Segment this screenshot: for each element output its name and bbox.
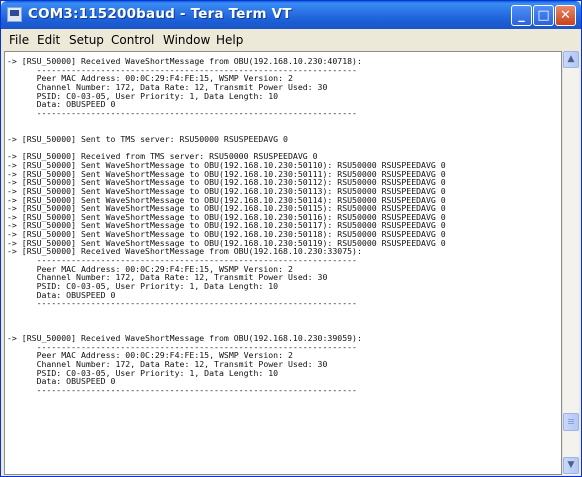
maximize-button[interactable]: □ xyxy=(533,5,554,26)
menu-window[interactable]: Window xyxy=(163,33,210,47)
scroll-down-button[interactable]: ▼ xyxy=(563,457,579,474)
menu-file[interactable]: File xyxy=(9,33,29,47)
menu-control[interactable]: Control xyxy=(111,33,154,47)
window-title: COM3:115200baud - Tera Term VT xyxy=(28,6,292,22)
maximize-icon: □ xyxy=(537,8,550,23)
scroll-thumb[interactable] xyxy=(563,413,579,431)
terminal-window: COM3:115200baud - Tera Term VT _ □ ✕ Fil… xyxy=(0,0,582,477)
minimize-button[interactable]: _ xyxy=(511,5,532,26)
menu-setup[interactable]: Setup xyxy=(69,33,104,47)
terminal-app-icon[interactable] xyxy=(7,7,22,22)
terminal-line: ----------------------------------------… xyxy=(7,107,357,118)
menu-edit[interactable]: Edit xyxy=(37,33,60,47)
close-icon: ✕ xyxy=(560,8,571,23)
scroll-up-button[interactable]: ▲ xyxy=(563,51,579,68)
terminal-line: ----------------------------------------… xyxy=(7,384,357,395)
terminal-output[interactable]: -> [RSU_50000] Received WaveShortMessage… xyxy=(4,51,562,475)
menu-help[interactable]: Help xyxy=(216,33,243,47)
terminal-line: -> [RSU_50000] Sent to TMS server: RSU50… xyxy=(7,133,288,144)
close-button[interactable]: ✕ xyxy=(555,5,576,26)
vertical-scrollbar[interactable]: ▲ ▼ xyxy=(562,51,579,475)
menu-bar: File Edit Setup Control Window Help xyxy=(4,30,578,50)
title-bar[interactable]: COM3:115200baud - Tera Term VT _ □ ✕ xyxy=(1,1,581,29)
minimize-icon: _ xyxy=(518,8,525,23)
terminal-lines: -> [RSU_50000] Received WaveShortMessage… xyxy=(7,57,446,395)
scroll-up-arrow-icon: ▲ xyxy=(567,54,575,64)
terminal-line: ----------------------------------------… xyxy=(7,298,357,309)
scroll-down-arrow-icon: ▼ xyxy=(567,460,575,470)
